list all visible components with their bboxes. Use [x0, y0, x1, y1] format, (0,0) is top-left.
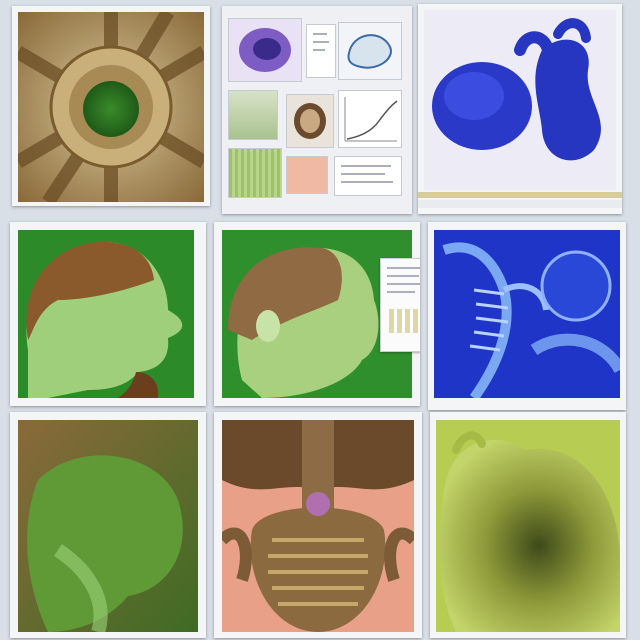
text-block-tile	[334, 156, 402, 196]
report-document	[380, 258, 420, 352]
panel-head-profile[interactable]	[10, 222, 206, 406]
panel-radial-specimen[interactable]	[12, 6, 210, 206]
salmon-tile	[286, 156, 328, 194]
radial-specimen-icon	[18, 12, 204, 202]
panel-blue-organism[interactable]	[418, 4, 622, 214]
ribbed-torso-icon	[222, 420, 414, 632]
panel-lab-collage[interactable]	[222, 6, 412, 214]
panel-head-with-note[interactable]	[214, 222, 420, 406]
panel-blue-skeleton[interactable]	[428, 222, 626, 410]
green-stripe-tile	[228, 148, 282, 198]
lab-report-collage-icon	[222, 6, 412, 214]
green-tissue-icon	[18, 420, 198, 632]
head-profile-icon	[18, 230, 194, 398]
blue-map-tile	[338, 22, 402, 80]
image-grid	[0, 0, 640, 640]
blue-organism-icon	[424, 10, 616, 190]
panel-green-tissue[interactable]	[10, 412, 206, 638]
document-tile	[306, 24, 336, 78]
textured-creature-icon	[436, 420, 620, 632]
curve-chart-tile	[338, 90, 402, 148]
panel-ribbed-torso[interactable]	[214, 412, 422, 638]
purple-cell-tile	[228, 18, 302, 82]
blue-skeleton-icon	[434, 230, 620, 398]
panel-textured-creature[interactable]	[430, 412, 626, 638]
green-swatch-tile	[228, 90, 278, 140]
portrait-tile	[286, 94, 334, 148]
